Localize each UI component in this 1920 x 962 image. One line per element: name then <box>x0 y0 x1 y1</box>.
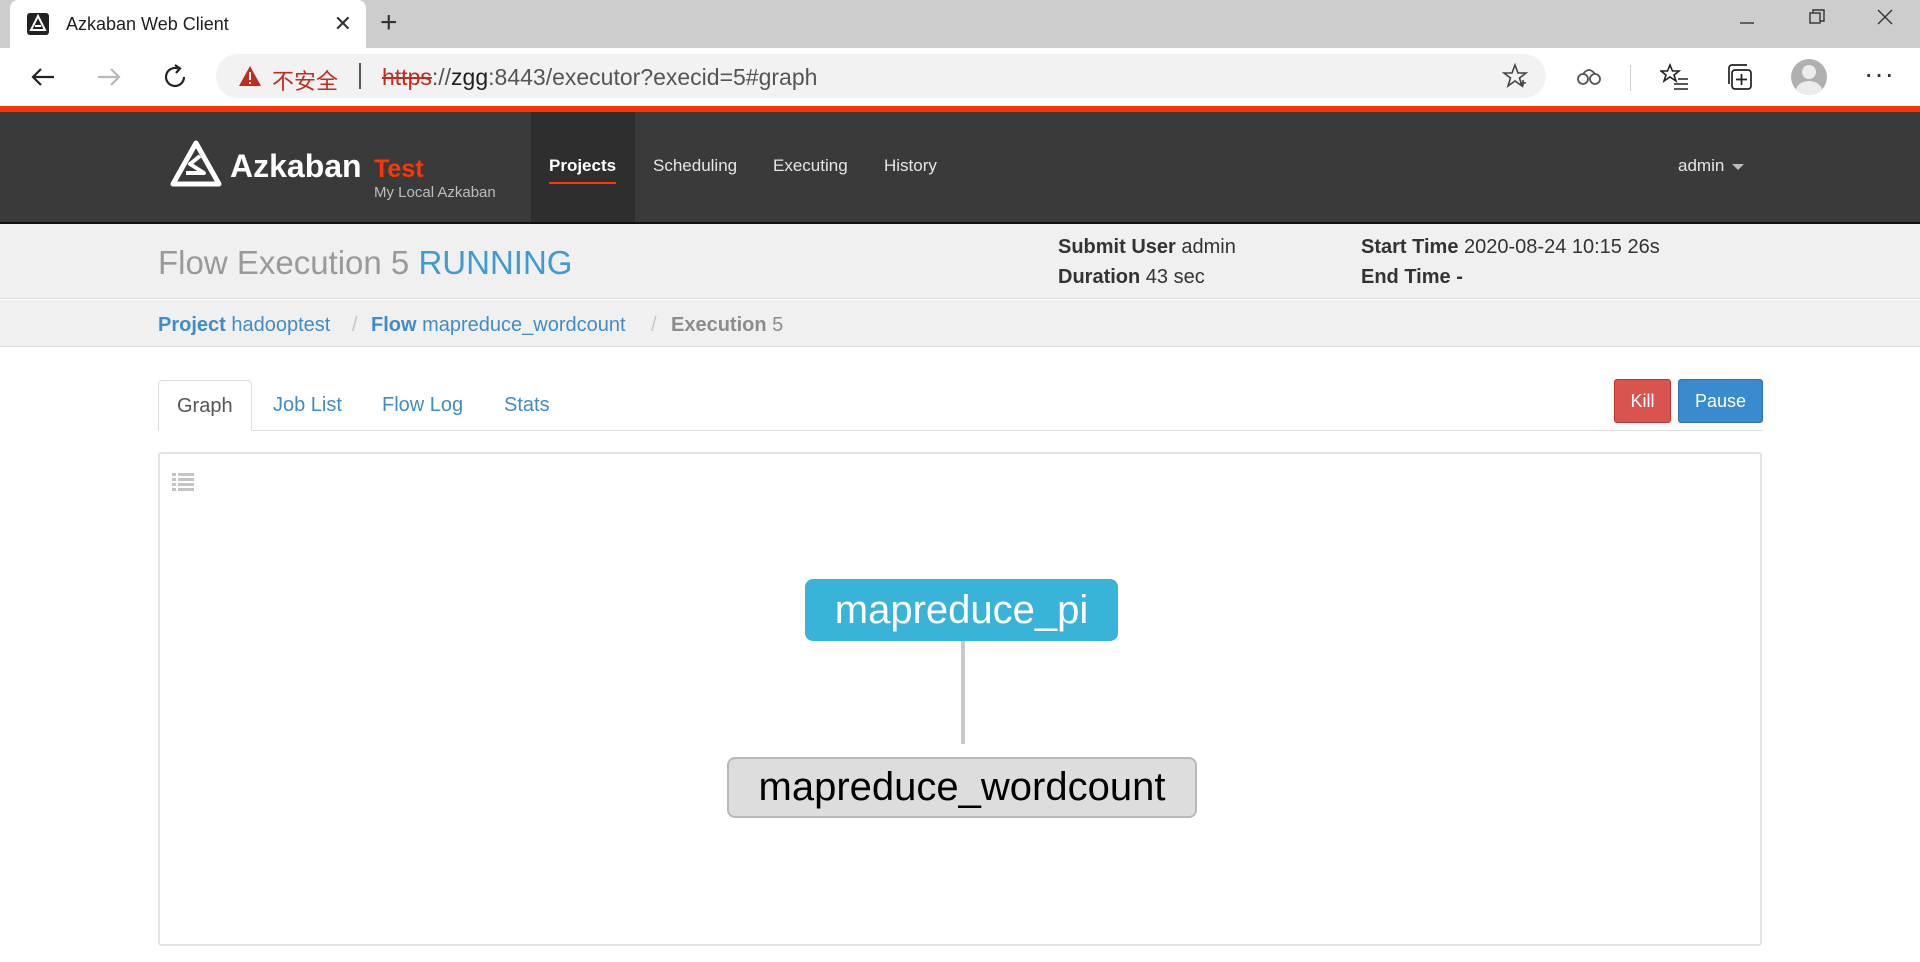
security-status-label[interactable]: 不安全 <box>272 64 338 96</box>
tab-flow-log[interactable]: Flow Log <box>364 380 481 431</box>
breadcrumb-execution-id: 5 <box>772 314 784 336</box>
breadcrumb-execution-label: Execution <box>671 314 767 336</box>
submit-user-info: Submit User admin <box>1058 236 1236 259</box>
environment-label: Test <box>374 155 424 183</box>
nav-executing[interactable]: Executing <box>773 156 848 176</box>
graph-edge <box>961 640 965 744</box>
tab-job-list[interactable]: Job List <box>255 380 360 431</box>
breadcrumb-project-name: hadooptest <box>231 314 331 336</box>
duration-label: Duration <box>1058 266 1141 288</box>
pause-button[interactable]: Pause <box>1678 379 1763 423</box>
user-name: admin <box>1678 156 1725 175</box>
execution-status: RUNNING <box>418 244 573 281</box>
azkaban-logo-icon[interactable] <box>170 140 222 188</box>
brand-name[interactable]: Azkaban <box>230 148 362 185</box>
brand-subtitle: My Local Azkaban <box>374 184 496 201</box>
breadcrumb-project[interactable]: Project hadooptest <box>158 314 330 337</box>
url-path: :8443/executor?execid=5#graph <box>488 64 818 90</box>
close-window-icon[interactable] <box>1876 8 1894 26</box>
restore-icon[interactable] <box>1808 8 1826 26</box>
nav-active-underline <box>549 182 616 184</box>
browser-tab-strip: Azkaban Web Client ✕ + <box>0 0 1920 48</box>
job-list-toggle-icon[interactable] <box>172 472 194 492</box>
nav-projects[interactable]: Projects <box>549 156 616 176</box>
breadcrumb-execution: Execution 5 <box>671 314 783 337</box>
duration-info: Duration 43 sec <box>1058 266 1205 289</box>
back-arrow-icon[interactable] <box>26 60 60 94</box>
url-text[interactable]: https://zgg:8443/executor?execid=5#graph <box>382 64 817 91</box>
chevron-down-icon <box>1732 163 1745 170</box>
new-tab-button[interactable]: + <box>380 8 398 38</box>
graph-node-mapreduce-pi[interactable]: mapreduce_pi <box>805 579 1118 641</box>
browser-tab[interactable]: Azkaban Web Client ✕ <box>10 0 366 48</box>
more-icon[interactable]: ··· <box>1864 58 1895 90</box>
submit-user-value: admin <box>1181 236 1236 258</box>
address-bar[interactable]: 不安全 https://zgg:8443/executor?execid=5#g… <box>216 54 1546 98</box>
kill-button[interactable]: Kill <box>1614 379 1671 423</box>
azkaban-navbar: Azkaban Test My Local Azkaban Projects S… <box>0 112 1920 224</box>
nav-scheduling[interactable]: Scheduling <box>653 156 737 176</box>
warning-icon <box>239 66 261 86</box>
close-tab-icon[interactable]: ✕ <box>334 13 352 35</box>
execution-header: Flow Execution 5 RUNNING Submit User adm… <box>0 224 1920 299</box>
tab-title: Azkaban Web Client <box>66 14 229 34</box>
end-time-info: End Time - <box>1361 266 1463 289</box>
breadcrumb: Project hadooptest / Flow mapreduce_word… <box>0 300 1920 347</box>
tab-stats[interactable]: Stats <box>486 380 568 431</box>
page-title-prefix: Flow Execution 5 <box>158 244 410 281</box>
user-menu[interactable]: admin <box>1678 156 1745 176</box>
breadcrumb-flow-label: Flow <box>371 314 417 336</box>
breadcrumb-flow-name: mapreduce_wordcount <box>422 314 626 336</box>
breadcrumb-flow[interactable]: Flow mapreduce_wordcount <box>371 314 626 337</box>
duration-value: 43 sec <box>1145 266 1205 288</box>
minimize-icon[interactable] <box>1738 14 1756 32</box>
browser-toolbar: 不安全 https://zgg:8443/executor?execid=5#g… <box>0 48 1920 106</box>
tab-graph[interactable]: Graph <box>158 380 252 431</box>
page-title: Flow Execution 5 RUNNING <box>158 244 572 282</box>
url-host: zgg <box>451 64 489 90</box>
toolbar-divider <box>1630 65 1631 91</box>
submit-user-label: Submit User <box>1058 236 1176 258</box>
start-time-info: Start Time 2020-08-24 10:15 26s <box>1361 236 1660 259</box>
url-scheme-separator: :// <box>431 64 452 90</box>
address-divider <box>359 63 361 89</box>
start-time-value: 2020-08-24 10:15 26s <box>1464 236 1660 258</box>
collections-icon[interactable] <box>1726 62 1756 92</box>
profile-avatar-icon[interactable] <box>1791 59 1827 95</box>
end-time-value: - <box>1456 266 1463 288</box>
breadcrumb-separator: / <box>352 314 358 336</box>
flow-graph-panel[interactable]: mapreduce_pi mapreduce_wordcount <box>158 452 1762 946</box>
favorite-star-icon[interactable] <box>1502 63 1528 89</box>
nav-history[interactable]: History <box>884 156 937 176</box>
forward-arrow-icon[interactable] <box>92 60 126 94</box>
favorites-list-icon[interactable] <box>1660 62 1690 92</box>
graph-node-mapreduce-wordcount[interactable]: mapreduce_wordcount <box>727 757 1197 818</box>
extension-icon[interactable] <box>1574 62 1604 92</box>
url-scheme: https <box>382 64 432 90</box>
breadcrumb-project-label: Project <box>158 314 226 336</box>
azkaban-favicon-icon <box>27 13 49 35</box>
refresh-icon[interactable] <box>158 60 192 94</box>
start-time-label: Start Time <box>1361 236 1459 258</box>
end-time-label: End Time <box>1361 266 1451 288</box>
breadcrumb-separator: / <box>651 314 657 336</box>
